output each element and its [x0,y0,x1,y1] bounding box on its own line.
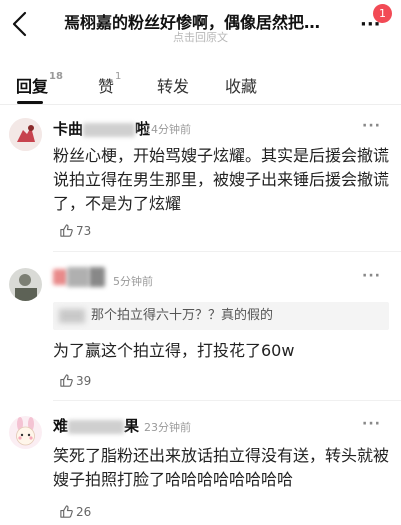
divider [0,104,401,105]
timestamp: 24分钟前 [144,123,191,136]
comment-more-button[interactable]: ··· [362,268,381,284]
like-button[interactable]: 26 [59,504,91,519]
tab-count: 1 [115,71,122,82]
comment-text: 笑死了脂粉还出来放话拍立得没有送，转头就被嫂子拍照打脸了哈哈哈哈哈哈哈哈 [53,446,390,489]
username[interactable] [53,267,105,287]
timestamp: 5分钟前 [113,275,153,288]
back-to-original-link[interactable]: 点击回原文 [0,29,401,45]
notification-badge: 1 [373,4,392,23]
username[interactable]: 难果 [53,415,139,436]
tab-label: 赞 [98,77,115,96]
like-button[interactable]: 73 [59,223,91,238]
tab-bar: 回复18 赞1 转发 收藏 [0,66,401,104]
blurred-name [89,267,105,287]
comment-more-button[interactable]: ··· [362,118,381,134]
like-count: 73 [76,224,92,238]
comment-more-button[interactable]: ··· [362,416,381,432]
thumbs-up-icon [60,505,73,518]
blurred-name [83,122,136,137]
blurred-name [68,419,125,434]
divider [53,251,401,252]
comment-text: 为了赢这个拍立得，打投花了60w [53,341,295,360]
tab-count: 18 [49,71,63,82]
like-count: 39 [76,374,92,388]
tab-reposts[interactable]: 转发 [157,73,189,97]
top-bar: 焉栩嘉的粉丝好惨啊，偶像居然把… 点击回原文 ··· 1 [0,0,401,50]
timestamp: 23分钟前 [144,421,191,434]
thumbs-up-icon [60,224,73,237]
like-button[interactable]: 39 [59,373,91,388]
thumbs-up-icon [60,374,73,387]
tab-label: 转发 [157,77,190,96]
avatar-image [9,118,42,151]
tab-label: 收藏 [225,77,258,96]
avatar[interactable] [9,416,42,449]
tab-likes[interactable]: 赞1 [98,71,122,97]
avatar-image [9,268,42,301]
tab-label: 回复 [16,77,49,96]
avatar[interactable] [9,268,42,301]
avatar-image [9,416,42,449]
divider [53,400,401,401]
blurred-avatar-badge [53,269,67,285]
avatar[interactable] [9,118,42,151]
blurred-name [67,267,89,287]
username[interactable]: 卡曲啦 [53,118,150,139]
tab-favorites[interactable]: 收藏 [225,73,257,97]
blurred-quote-author [59,309,85,323]
tab-replies[interactable]: 回复18 [16,71,63,97]
quoted-reply[interactable]: 那个拍立得六十万？？真的假的 [53,302,389,330]
comment-text: 粉丝心梗，开始骂嫂子炫耀。其实是后援会撤谎说拍立得在男生那里，被嫂子出来锤后援会… [53,146,390,213]
like-count: 26 [76,505,92,519]
